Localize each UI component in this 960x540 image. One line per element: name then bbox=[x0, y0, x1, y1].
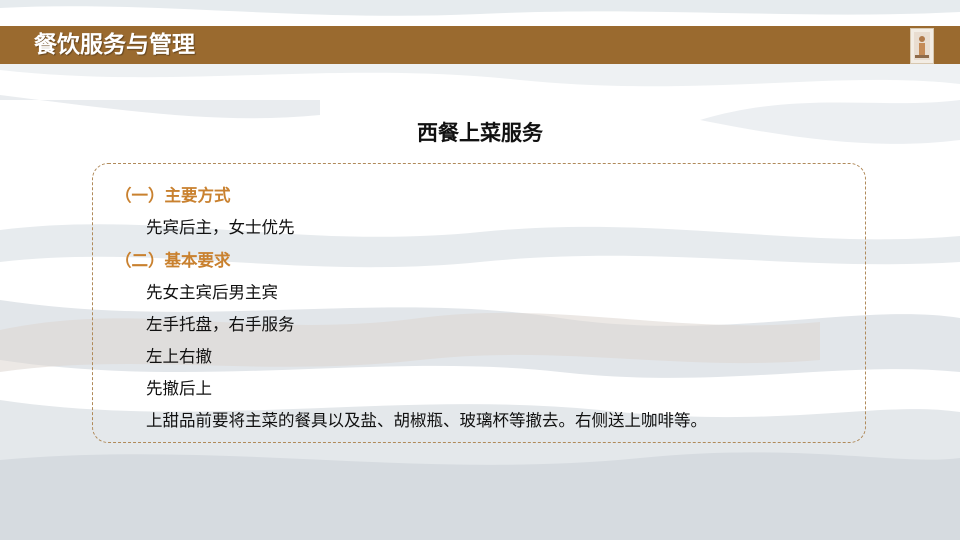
slide-title: 西餐上菜服务 bbox=[417, 121, 543, 145]
list-item: 先宾后主，女士优先 bbox=[146, 218, 295, 237]
section-heading-basic-requirements: （二）基本要求 bbox=[115, 251, 231, 270]
list-item: 左上右撤 bbox=[146, 347, 212, 366]
header-title: 餐饮服务与管理 bbox=[34, 32, 195, 58]
list-item: 先撤后上 bbox=[146, 379, 212, 398]
logo-image bbox=[910, 28, 934, 64]
list-item: 左手托盘，右手服务 bbox=[146, 315, 295, 334]
section-heading-main-method: （一）主要方式 bbox=[115, 186, 231, 205]
list-item: 先女主宾后男主宾 bbox=[146, 283, 278, 302]
list-item: 上甜品前要将主菜的餐具以及盐、胡椒瓶、玻璃杯等撤去。右侧送上咖啡等。 bbox=[146, 411, 707, 430]
